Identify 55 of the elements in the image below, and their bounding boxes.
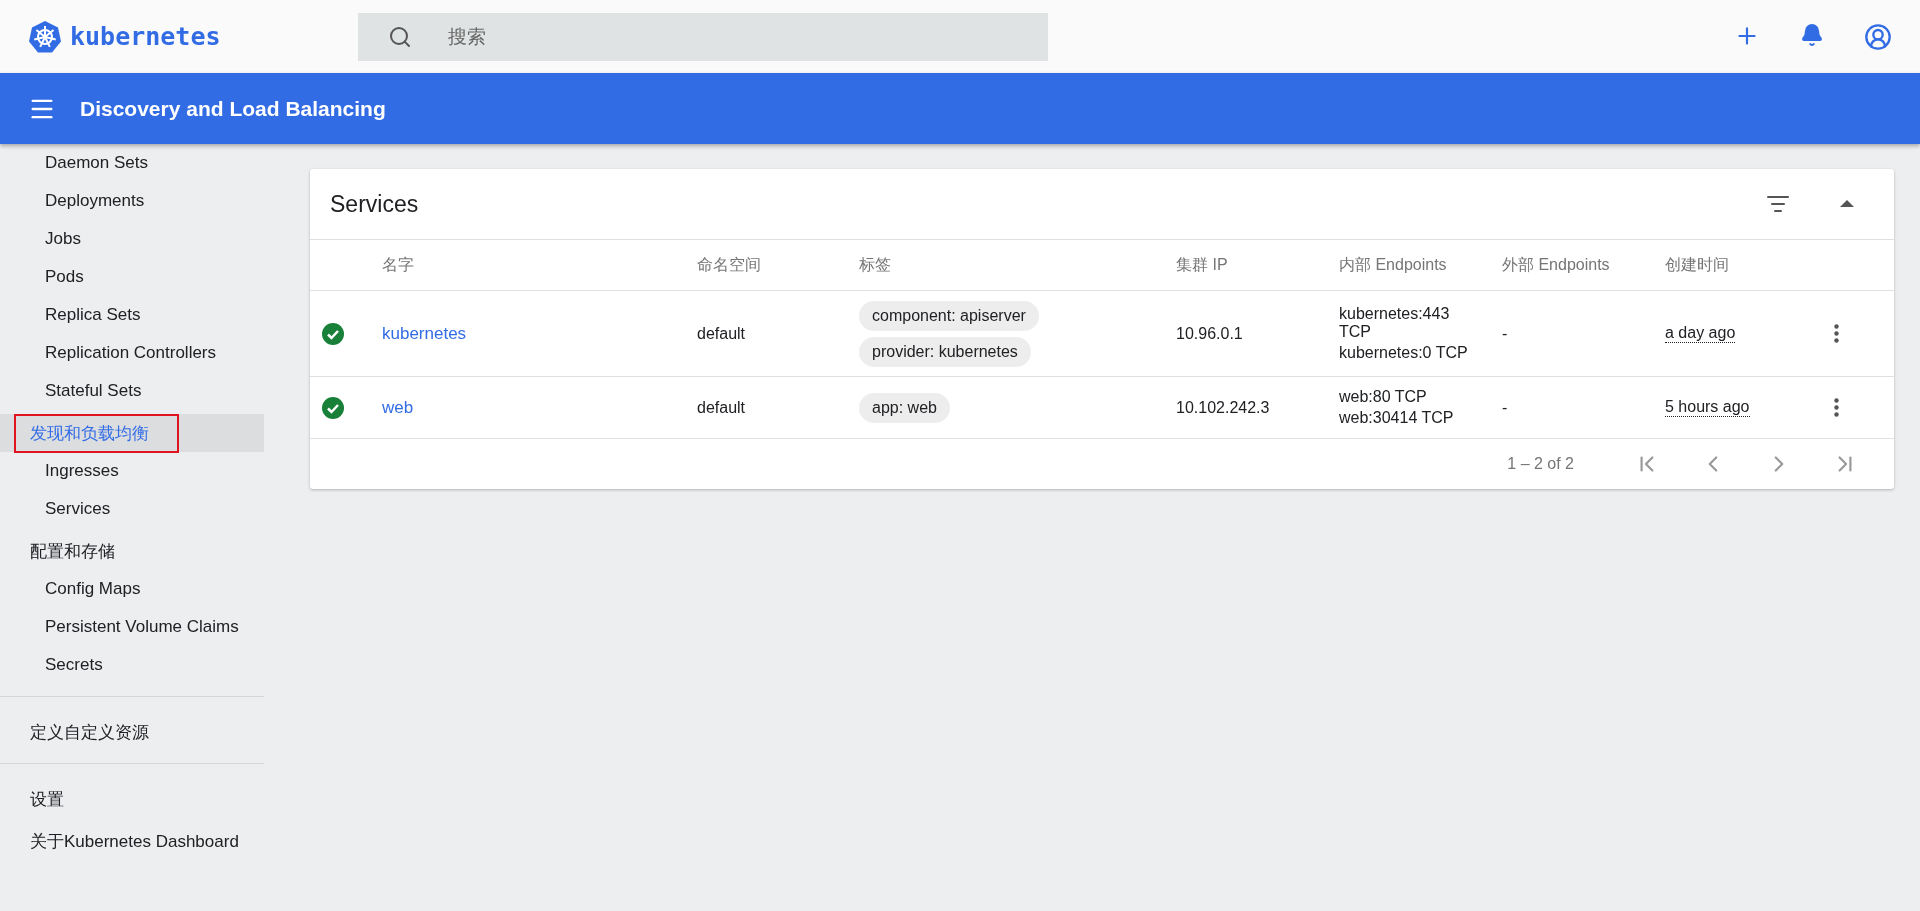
table-cell-text: - [1502, 324, 1509, 343]
sidebar-item[interactable]: Ingresses [0, 452, 264, 490]
card-title: Services [330, 190, 420, 218]
table-cell-text: - [1502, 398, 1509, 417]
more-vertical-icon [1834, 398, 1839, 417]
column-header: 集群 IP [1176, 254, 1229, 275]
sidebar-item[interactable]: 关于Kubernetes Dashboard [0, 822, 264, 860]
label-chip: app: web [859, 392, 950, 423]
sidebar-item[interactable]: Replica Sets [0, 296, 264, 334]
column-header: 创建时间 [1665, 254, 1730, 275]
service-name-link[interactable]: kubernetes [382, 323, 697, 344]
caret-up-icon [1840, 200, 1854, 208]
table-cell-text: 10.96.0.1 [1176, 324, 1244, 343]
column-header: 外部 Endpoints [1502, 254, 1611, 275]
service-name-link[interactable]: web [382, 397, 697, 418]
column-header: 内部 Endpoints [1339, 254, 1448, 275]
helm-wheel-logo-icon [28, 19, 62, 54]
sidebar-item[interactable]: Jobs [0, 220, 264, 258]
search-icon [388, 24, 412, 49]
created-time: a day ago [1665, 324, 1736, 343]
page-title: Discovery and Load Balancing [80, 96, 386, 121]
table-cell-text: default [697, 398, 747, 417]
sidebar-item[interactable]: Config Maps [0, 570, 264, 608]
sidebar-item[interactable]: 设置 [0, 780, 264, 818]
more-vertical-icon [1834, 324, 1839, 343]
endpoint-text: web:80 TCP [1339, 388, 1428, 406]
sidebar-item[interactable]: Deployments [0, 182, 264, 220]
search-field[interactable]: 搜索 [358, 12, 1048, 61]
endpoint-text: web:30414 TCP [1339, 409, 1455, 427]
account-button[interactable] [1864, 22, 1892, 51]
endpoint-text: kubernetes:0 TCP [1339, 344, 1469, 362]
table-cell-text: default [697, 324, 747, 343]
sidebar-item[interactable]: Pods [0, 258, 264, 296]
collapse-button[interactable] [1840, 200, 1854, 208]
account-icon [1864, 22, 1892, 51]
created-time: 5 hours ago [1665, 398, 1750, 417]
sidebar-item[interactable]: Secrets [0, 646, 264, 684]
sidebar-item[interactable]: Stateful Sets [0, 372, 264, 410]
logo-text: kubernetes [70, 22, 221, 51]
column-header: 命名空间 [697, 254, 762, 275]
highlight-outline: 发现和负载均衡 [14, 413, 179, 453]
sidebar-item[interactable]: Services [0, 490, 264, 528]
bell-icon [1800, 22, 1824, 47]
column-header: 名字 [382, 254, 415, 275]
table-cell-text: 10.102.242.3 [1176, 398, 1271, 417]
sidebar-item[interactable]: Persistent Volume Claims [0, 608, 264, 646]
sidebar-item[interactable]: Daemon Sets [0, 144, 264, 182]
sidebar-item[interactable]: Replication Controllers [0, 334, 264, 372]
sidebar-item[interactable]: 配置和存储 [0, 532, 264, 570]
label-chip: provider: kubernetes [859, 336, 1031, 367]
column-header: 标签 [859, 254, 892, 275]
sidebar-item[interactable]: 发现和负载均衡 [0, 414, 264, 452]
label-chip: component: apiserver [859, 300, 1039, 331]
pagination-range: 1 – 2 of 2 [1507, 455, 1574, 473]
sidebar-item[interactable]: 定义自定义资源 [0, 713, 264, 751]
